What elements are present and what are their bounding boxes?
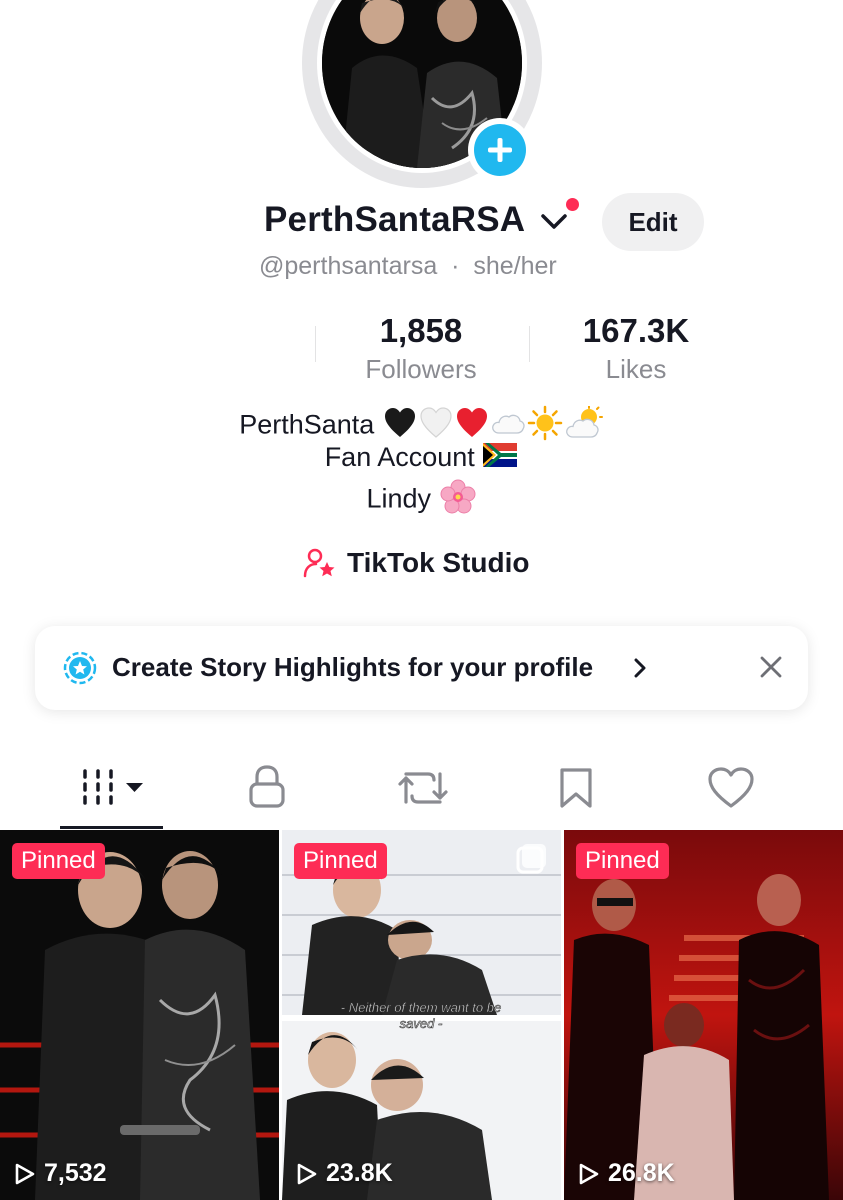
grid-icon [83, 769, 143, 805]
pinned-badge: Pinned [294, 843, 387, 879]
tiktok-studio-label: TikTok Studio [347, 547, 530, 578]
highlight-star-icon [63, 651, 97, 685]
video-thumbnail-image: - Neither of them want to be saved - [282, 830, 561, 1200]
view-count-value: 23.8K [326, 1159, 393, 1187]
video-grid: Pinned 7,532 - Neither of them want to b… [0, 830, 843, 1200]
plus-icon [488, 138, 512, 162]
handle-row: @perthsantarsa · she/her [259, 252, 557, 281]
view-count-value: 7,532 [44, 1159, 107, 1187]
stat-divider [529, 326, 530, 362]
tiktok-studio-link[interactable]: TikTok Studio [303, 547, 530, 579]
south-africa-flag-icon [483, 443, 518, 474]
play-icon [579, 1163, 599, 1184]
chevron-down-icon[interactable] [540, 212, 568, 232]
edit-profile-button[interactable]: Edit [602, 193, 704, 251]
add-story-button[interactable] [474, 124, 526, 176]
cherry-blossom-icon [440, 479, 476, 522]
username-handle: @perthsantarsa [259, 252, 438, 280]
bio-text-1: PerthSanta [239, 409, 375, 440]
video-thumbnail[interactable]: Pinned 7,532 [0, 830, 279, 1200]
display-name[interactable]: PerthSantaRSA [264, 200, 525, 240]
tab-reposts[interactable] [398, 766, 448, 815]
likes-count: 167.3K [582, 312, 690, 349]
play-icon [15, 1163, 35, 1184]
tab-videos[interactable] [80, 768, 150, 813]
pinned-badge: Pinned [576, 843, 669, 879]
play-icon [297, 1163, 317, 1184]
tab-liked[interactable] [707, 766, 755, 815]
tab-private[interactable] [247, 764, 287, 815]
close-icon[interactable] [758, 654, 784, 680]
video-thumbnail[interactable]: Pinned 26.8K [564, 830, 843, 1200]
separator-dot: · [444, 252, 467, 280]
black-heart-icon [383, 407, 417, 446]
view-count: 23.8K [296, 1159, 393, 1188]
svg-text:- Neither of them want to be: - Neither of them want to be [341, 1000, 501, 1015]
view-count: 26.8K [578, 1159, 675, 1188]
likes-label: Likes [605, 354, 667, 384]
notification-dot [566, 198, 579, 211]
heart-icon [708, 767, 754, 808]
svg-text:saved -: saved - [400, 1016, 443, 1031]
video-thumbnail-image [564, 830, 843, 1200]
lock-icon [249, 765, 285, 808]
bio-text-2: Fan Account [324, 442, 475, 472]
bio-line-2: Fan Account [0, 442, 843, 474]
bio-text-3: Lindy [366, 483, 432, 514]
video-thumbnail[interactable]: - Neither of them want to be saved - Pin… [282, 830, 561, 1200]
red-heart-icon [455, 407, 489, 446]
highlight-banner-text[interactable]: Create Story Highlights for your profile [112, 652, 593, 683]
tab-favorites[interactable] [557, 766, 595, 815]
followers-label[interactable]: Followers [331, 354, 511, 385]
repost-icon [398, 772, 448, 804]
video-thumbnail-image [0, 830, 279, 1200]
view-count-value: 26.8K [608, 1159, 675, 1187]
creator-star-icon [303, 548, 335, 578]
bio-line-3: Lindy [0, 479, 843, 522]
chevron-right-icon[interactable] [632, 656, 648, 680]
sun-behind-cloud-icon [565, 405, 603, 447]
pinned-badge: Pinned [12, 843, 105, 879]
white-heart-icon [419, 407, 453, 446]
bookmark-icon [560, 768, 592, 808]
pronouns: she/her [473, 252, 557, 280]
cloud-icon [491, 410, 525, 443]
active-tab-indicator [60, 826, 163, 829]
followers-count[interactable]: 1,858 [331, 312, 511, 350]
view-count: 7,532 [14, 1159, 107, 1188]
stat-divider [315, 326, 316, 362]
